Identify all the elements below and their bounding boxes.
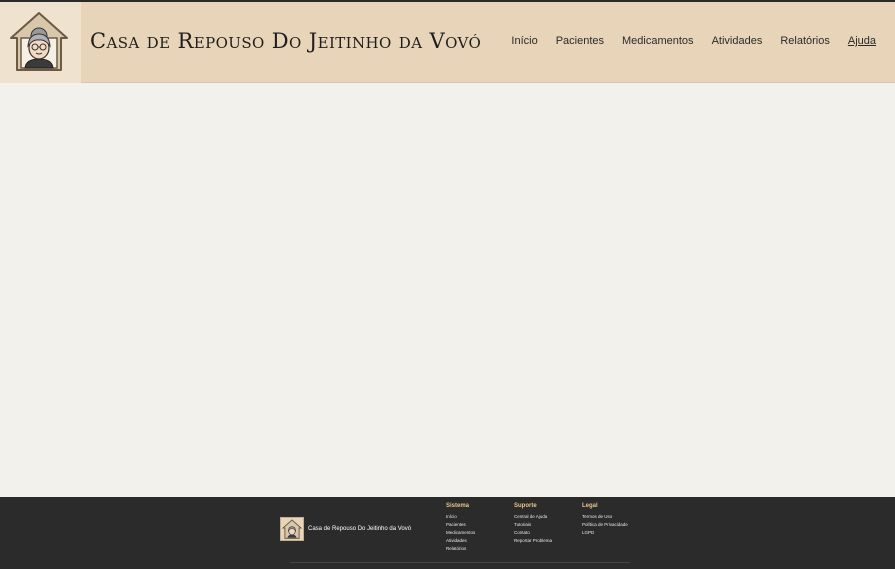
footer-brand[interactable]: Casa de Repouso Do Jeitinho da Vovó [280, 517, 411, 541]
footer-link[interactable]: Tutoriais [514, 521, 552, 529]
site-header: Casa de Repouso Do Jeitinho da Vovó Iníc… [0, 2, 895, 83]
footer-link[interactable]: Política de Privacidade [582, 521, 628, 529]
page-title: Casa de Repouso Do Jeitinho da Vovó [90, 29, 482, 53]
footer-link[interactable]: LGPD [582, 529, 628, 537]
footer-column-title: Suporte [514, 503, 537, 509]
nav-item-ajuda[interactable]: Ajuda [848, 35, 876, 47]
footer-link[interactable]: Reportar Problema [514, 537, 552, 545]
nav-item-relatorios[interactable]: Relatórios [780, 35, 830, 47]
footer-brand-name: Casa de Repouso Do Jeitinho da Vovó [308, 526, 412, 532]
footer-column-sistema: Sistema Início Pacientes Medicamentos At… [446, 503, 475, 553]
site-footer: Casa de Repouso Do Jeitinho da Vovó Sist… [0, 497, 895, 569]
nav-item-inicio[interactable]: Início [511, 35, 537, 47]
footer-column-suporte: Suporte Central de Ajuda Tutoriais Conta… [514, 503, 552, 545]
footer-link[interactable]: Pacientes [446, 521, 475, 529]
footer-link[interactable]: Medicamentos [446, 529, 475, 537]
footer-column-title: Sistema [446, 503, 470, 509]
nav-item-atividades[interactable]: Atividades [712, 35, 763, 47]
main-nav: Início Pacientes Medicamentos Atividades… [511, 35, 876, 47]
footer-link[interactable]: Início [446, 513, 475, 521]
footer-link[interactable]: Central de Ajuda [514, 513, 552, 521]
main-content [0, 84, 895, 497]
grandma-house-icon [10, 12, 68, 71]
nav-item-medicamentos[interactable]: Medicamentos [622, 35, 694, 47]
footer-logo [280, 517, 304, 541]
nav-item-pacientes[interactable]: Pacientes [556, 35, 604, 47]
footer-column-title: Legal [582, 503, 598, 509]
footer-column-legal: Legal Termos de Uso Política de Privacid… [582, 503, 628, 537]
footer-link[interactable]: Relatórios [446, 545, 475, 553]
footer-link[interactable]: Termos de Uso [582, 513, 628, 521]
grandma-house-icon [282, 519, 302, 539]
footer-link[interactable]: Atividades [446, 537, 475, 545]
footer-divider [290, 562, 630, 563]
logo[interactable] [0, 2, 81, 83]
footer-link[interactable]: Contato [514, 529, 552, 537]
